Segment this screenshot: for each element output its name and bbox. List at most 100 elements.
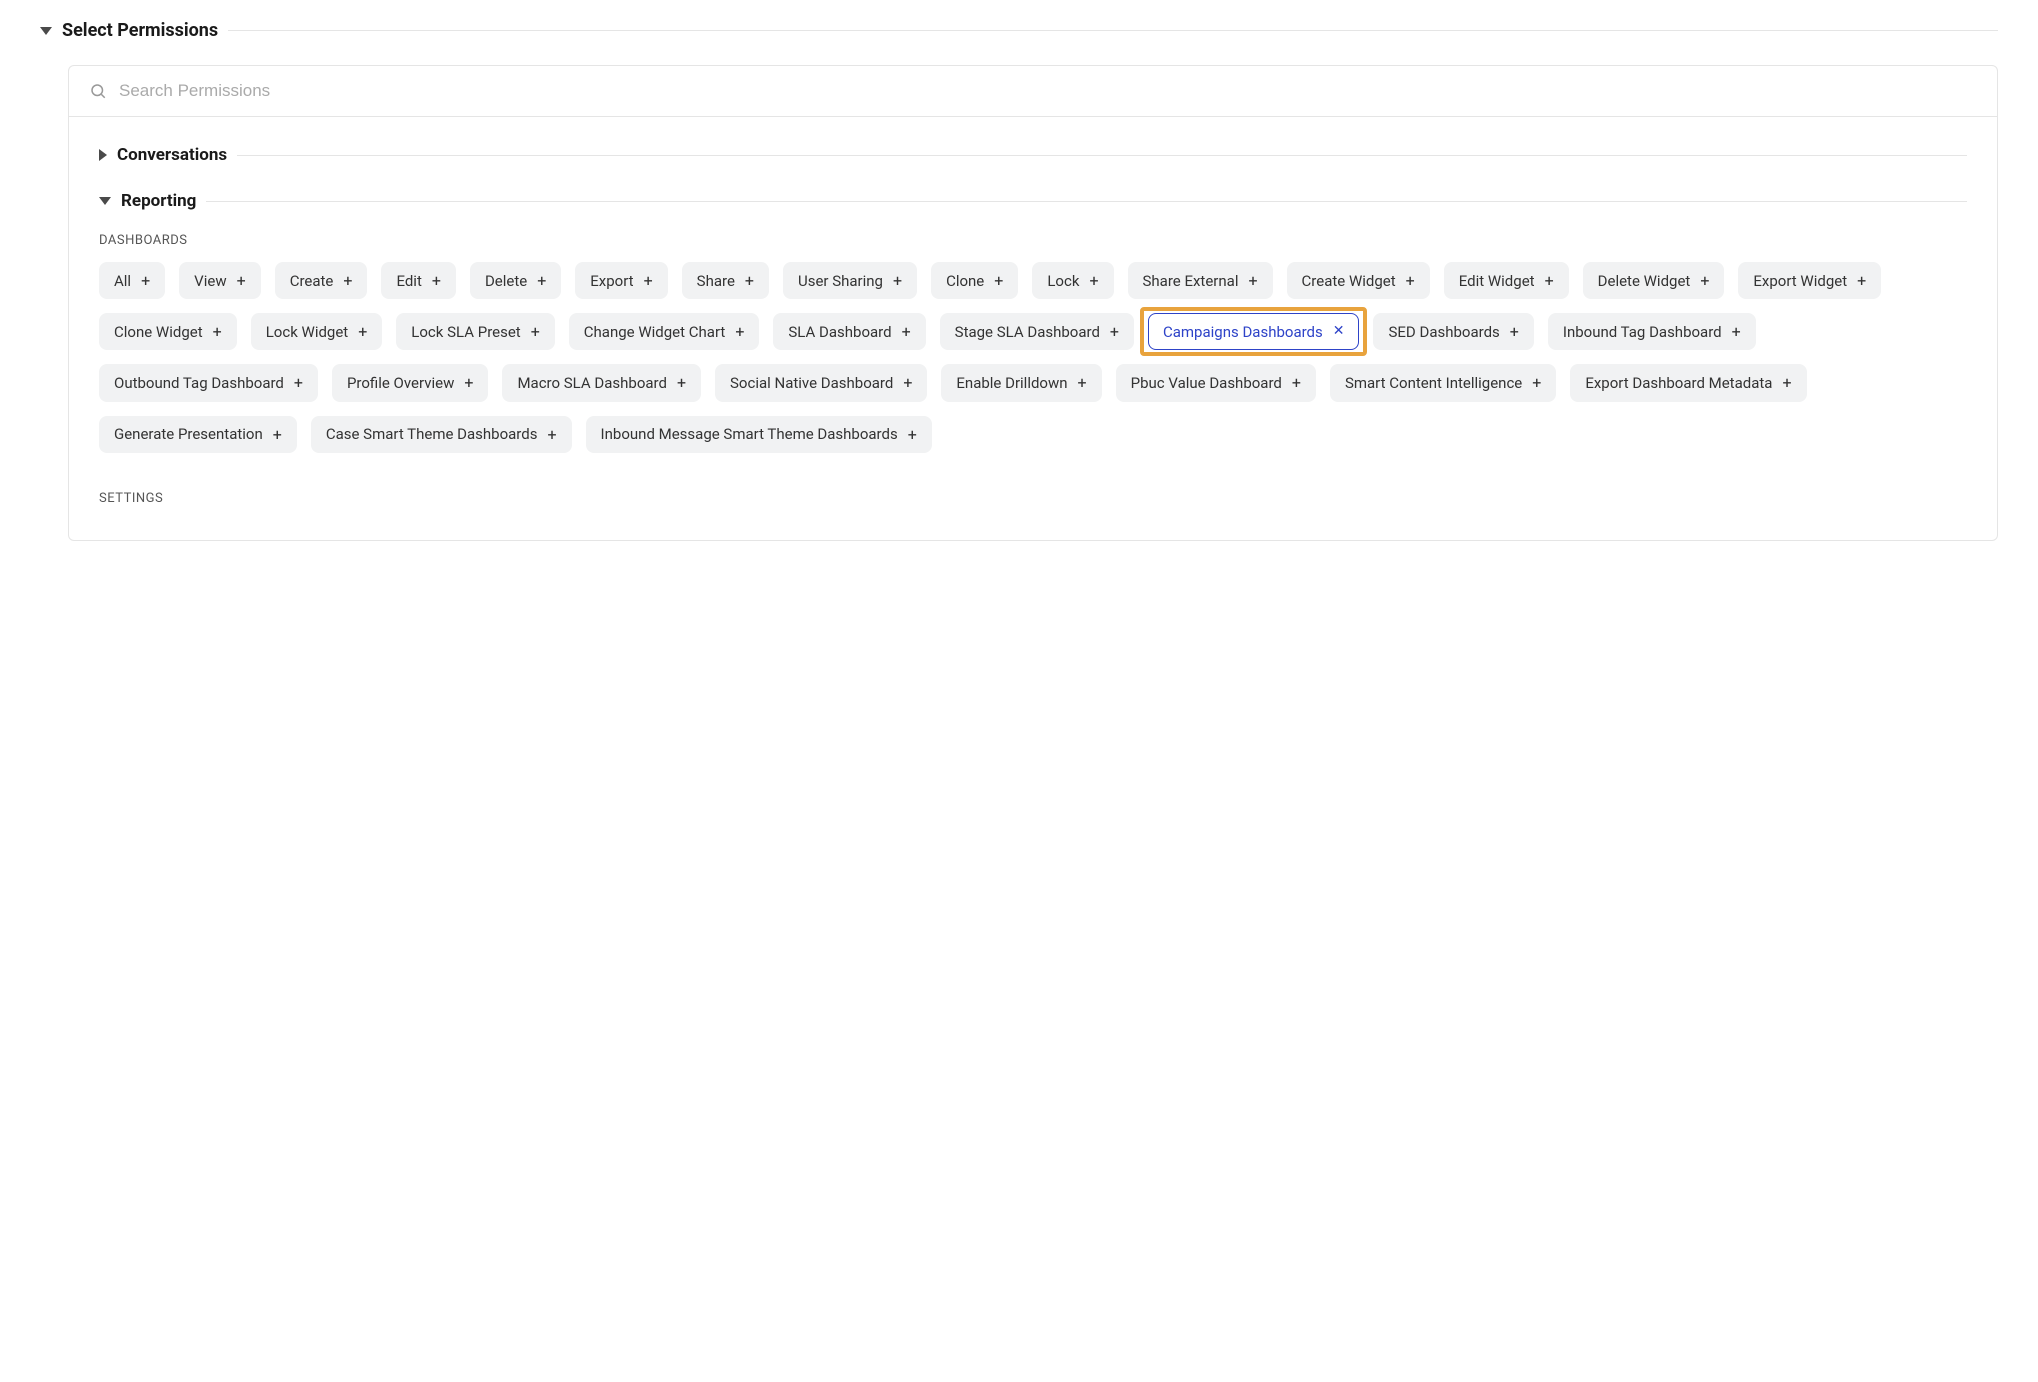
permission-chip[interactable]: Profile Overview+ — [332, 364, 488, 401]
permission-chip[interactable]: Generate Presentation + — [99, 416, 297, 453]
permission-chip[interactable]: Clone Widget + — [99, 313, 237, 350]
chip-label: Delete Widget — [1598, 272, 1691, 290]
permission-chip[interactable]: View+ — [179, 262, 261, 299]
permission-chip[interactable]: Smart Content Intelligence+ — [1330, 364, 1556, 401]
dashboards-chip-row: All+View+Create+Edit+Delete+Export+Share… — [99, 262, 1967, 453]
chip-label: Social Native Dashboard — [730, 374, 893, 392]
plus-icon: + — [273, 425, 282, 444]
permission-chip[interactable]: Outbound Tag Dashboard + — [99, 364, 318, 401]
plus-icon: + — [358, 322, 367, 341]
chip-label: Change Widget Chart — [584, 323, 726, 341]
permission-chip[interactable]: Change Widget Chart + — [569, 313, 760, 350]
plus-icon: + — [1532, 373, 1541, 392]
permission-chip[interactable]: Clone + — [931, 262, 1018, 299]
plus-icon: + — [903, 373, 912, 392]
permission-chip[interactable]: Edit Widget + — [1444, 262, 1569, 299]
group-conversations[interactable]: Conversations — [99, 145, 1967, 165]
group-reporting[interactable]: Reporting — [99, 191, 1967, 211]
permission-chip[interactable]: Campaigns Dashboards✕ — [1148, 313, 1360, 350]
section-title: Select Permissions — [62, 20, 218, 41]
plus-icon: + — [343, 271, 352, 290]
plus-icon: + — [141, 271, 150, 290]
permission-chip[interactable]: SED Dashboards+ — [1373, 313, 1533, 350]
permission-chip[interactable]: All + — [99, 262, 165, 299]
permission-chip[interactable]: Lock SLA Preset+ — [396, 313, 554, 350]
chevron-down-icon — [40, 27, 52, 35]
chip-label: Edit — [396, 272, 421, 290]
permission-chip[interactable]: Case Smart Theme Dashboards+ — [311, 416, 572, 453]
chip-label: Clone — [946, 272, 984, 290]
plus-icon: + — [547, 425, 556, 444]
permission-chip[interactable]: Export+ — [575, 262, 667, 299]
select-permissions-header[interactable]: Select Permissions — [40, 20, 1998, 41]
plus-icon: + — [1545, 271, 1554, 290]
plus-icon: + — [294, 373, 303, 392]
plus-icon: + — [1406, 271, 1415, 290]
plus-icon: + — [893, 271, 902, 290]
plus-icon: + — [531, 322, 540, 341]
plus-icon: + — [1089, 271, 1098, 290]
chip-label: Share External — [1143, 272, 1239, 290]
permission-chip[interactable]: Delete Widget + — [1583, 262, 1725, 299]
chip-label: Profile Overview — [347, 374, 454, 392]
permission-chip[interactable]: Lock Widget + — [251, 313, 383, 350]
plus-icon: + — [1700, 271, 1709, 290]
chip-label: Inbound Message Smart Theme Dashboards — [601, 425, 898, 443]
chip-label: All — [114, 272, 131, 290]
plus-icon: + — [537, 271, 546, 290]
chip-label: Export Widget — [1753, 272, 1847, 290]
chip-label: Delete — [485, 272, 527, 290]
search-input[interactable] — [117, 80, 1977, 102]
permission-chip[interactable]: Create+ — [275, 262, 368, 299]
chip-label: Edit Widget — [1459, 272, 1535, 290]
chip-label: User Sharing — [798, 272, 883, 290]
plus-icon: + — [644, 271, 653, 290]
permission-chip[interactable]: Macro SLA Dashboard+ — [502, 364, 701, 401]
panel-body: Conversations Reporting DASHBOARDS All+V… — [69, 117, 1997, 540]
chip-label: Lock Widget — [266, 323, 349, 341]
permission-chip[interactable]: Lock + — [1032, 262, 1113, 299]
plus-icon: + — [994, 271, 1003, 290]
subgroup-settings-label: SETTINGS — [99, 491, 1967, 506]
chip-label: View — [194, 272, 226, 290]
plus-icon: + — [745, 271, 754, 290]
chip-label: Stage SLA Dashboard — [955, 323, 1100, 341]
search-icon — [89, 82, 107, 100]
divider — [237, 155, 1967, 156]
permission-chip[interactable]: Stage SLA Dashboard+ — [940, 313, 1134, 350]
search-bar — [69, 66, 1997, 117]
permission-chip[interactable]: Edit+ — [381, 262, 455, 299]
plus-icon: + — [213, 322, 222, 341]
chip-label: Enable Drilldown — [956, 374, 1067, 392]
permission-chip[interactable]: Share + — [682, 262, 769, 299]
plus-icon: + — [1078, 373, 1087, 392]
permission-chip[interactable]: Share External + — [1128, 262, 1273, 299]
plus-icon: + — [1732, 322, 1741, 341]
permissions-panel: Conversations Reporting DASHBOARDS All+V… — [68, 65, 1998, 541]
chip-label: Share — [697, 272, 735, 290]
permission-chip[interactable]: Export Dashboard Metadata+ — [1570, 364, 1806, 401]
permission-chip[interactable]: Delete + — [470, 262, 561, 299]
chip-label: Inbound Tag Dashboard — [1563, 323, 1722, 341]
group-title: Conversations — [117, 145, 227, 165]
permission-chip[interactable]: Export Widget+ — [1738, 262, 1881, 299]
chip-label: Export Dashboard Metadata — [1585, 374, 1772, 392]
permission-chip[interactable]: Social Native Dashboard + — [715, 364, 927, 401]
permission-chip[interactable]: Inbound Tag Dashboard + — [1548, 313, 1756, 350]
chevron-down-icon — [99, 197, 111, 205]
permission-chip[interactable]: SLA Dashboard+ — [773, 313, 925, 350]
permission-chip[interactable]: Create Widget+ — [1287, 262, 1430, 299]
permission-chip[interactable]: Pbuc Value Dashboard+ — [1116, 364, 1316, 401]
plus-icon: + — [1248, 271, 1257, 290]
divider — [206, 201, 1967, 202]
chip-label: Pbuc Value Dashboard — [1131, 374, 1282, 392]
chip-label: Lock — [1047, 272, 1079, 290]
chip-label: Generate Presentation — [114, 425, 263, 443]
plus-icon: + — [735, 322, 744, 341]
chip-label: Campaigns Dashboards — [1163, 323, 1323, 341]
chip-label: Outbound Tag Dashboard — [114, 374, 284, 392]
permission-chip[interactable]: Inbound Message Smart Theme Dashboards+ — [586, 416, 932, 453]
permission-chip[interactable]: Enable Drilldown + — [941, 364, 1101, 401]
permission-chip[interactable]: User Sharing + — [783, 262, 917, 299]
chip-label: Clone Widget — [114, 323, 203, 341]
